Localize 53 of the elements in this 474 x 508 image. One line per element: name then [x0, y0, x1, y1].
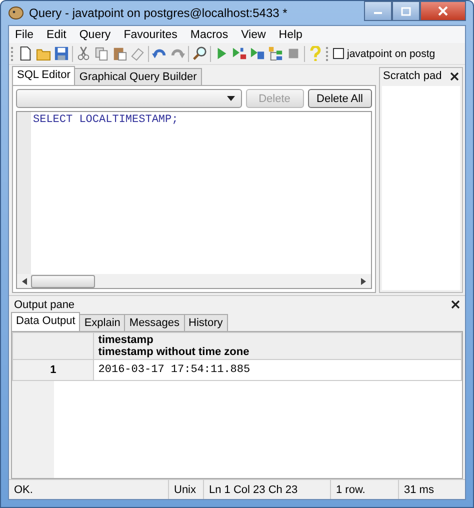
panel-title: Scratch pad — [383, 70, 442, 82]
scrollbar-thumb[interactable] — [31, 274, 95, 288]
scissors-icon[interactable] — [76, 46, 91, 61]
close-button[interactable] — [420, 1, 466, 21]
left-arrow-icon[interactable] — [22, 278, 27, 284]
checkbox[interactable] — [333, 48, 344, 59]
connection-label: javatpoint on postg — [347, 48, 436, 60]
row-number: 1 — [12, 360, 94, 380]
tab[interactable]: Data Output — [11, 312, 80, 331]
maximize-button[interactable] — [392, 1, 420, 21]
delete-button[interactable]: Delete All — [308, 89, 372, 108]
horizontal-scrollbar[interactable] — [17, 274, 371, 288]
status-text: Unix — [169, 480, 204, 499]
status-text: 31 ms — [403, 482, 435, 498]
column-header[interactable]: timestamp timestamp without time zone — [94, 332, 462, 360]
close-icon[interactable] — [450, 72, 459, 80]
play-file-icon[interactable] — [250, 46, 265, 61]
menu-item[interactable]: Edit — [46, 28, 66, 40]
status-text: OK. — [9, 480, 169, 499]
sql-text: SELECT LOCALTIMESTAMP; — [33, 114, 178, 126]
table-cell: 2016-03-17 17:54:11.885 — [94, 360, 462, 380]
play-chart-icon[interactable] — [232, 46, 247, 61]
sql-editor[interactable]: SELECT LOCALTIMESTAMP; — [16, 111, 372, 289]
caret-icon — [226, 96, 235, 101]
tab[interactable]: Messages — [124, 314, 185, 331]
menu-item[interactable]: Favourites — [124, 28, 178, 40]
menu-item[interactable]: Help — [278, 28, 302, 40]
menu-item[interactable]: Query — [79, 28, 111, 40]
menu-item[interactable]: Macros — [190, 28, 228, 40]
tab[interactable]: History — [184, 314, 228, 331]
tab[interactable]: Graphical Query Builder — [74, 68, 202, 85]
tab[interactable]: SQL Editor — [12, 66, 76, 85]
menu-item[interactable]: File — [15, 28, 34, 40]
eraser-icon[interactable] — [130, 46, 145, 61]
save-icon[interactable] — [54, 46, 69, 61]
tree-icon[interactable] — [268, 46, 283, 61]
copy-icon[interactable] — [94, 46, 109, 61]
close-icon — [438, 6, 448, 16]
tab[interactable]: Explain — [79, 314, 126, 331]
query-history-dropdown[interactable] — [16, 89, 242, 108]
close-icon[interactable] — [451, 300, 460, 309]
stop-icon[interactable] — [286, 46, 301, 61]
maximize-icon — [401, 6, 411, 16]
menu-item[interactable]: View — [241, 28, 266, 40]
status-text: Ln 1 Col 23 Ch 23 — [204, 480, 331, 499]
minimize-button[interactable] — [364, 1, 392, 21]
right-arrow-icon[interactable] — [361, 278, 366, 284]
paste-icon[interactable] — [112, 46, 127, 61]
panel-title: Output pane — [14, 298, 75, 310]
window-title: Query - javatpoint on postgres@localhost:5433 * — [29, 6, 288, 20]
new-document-icon[interactable] — [18, 46, 33, 61]
status-text: 1 row. — [331, 480, 399, 499]
search-icon[interactable] — [192, 46, 207, 61]
